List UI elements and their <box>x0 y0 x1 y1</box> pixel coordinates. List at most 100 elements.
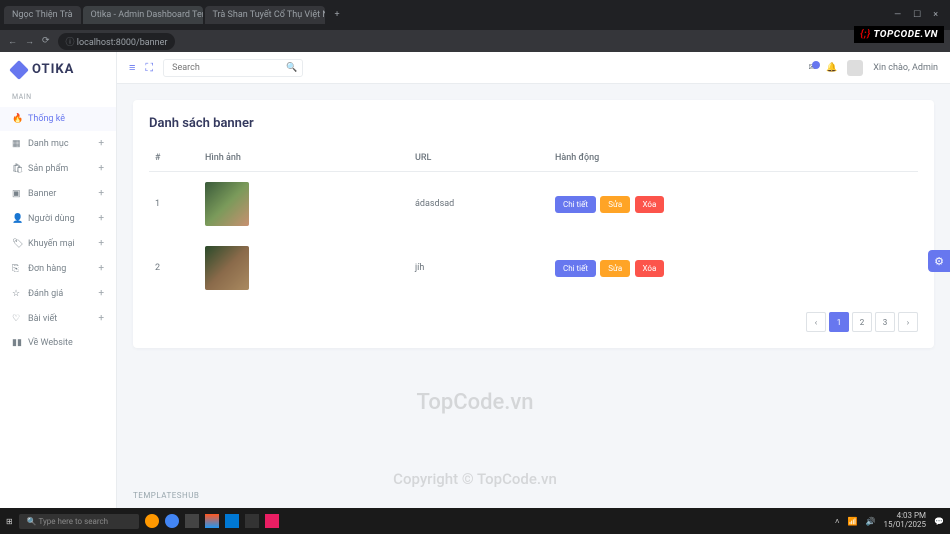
detail-button[interactable]: Chi tiết <box>555 196 596 213</box>
nav-label: Banner <box>28 189 56 199</box>
sidebar-item-khuyến-mại[interactable]: 🏷 Khuyến mại + <box>0 231 116 256</box>
footer: TEMPLATESHUB <box>117 483 950 508</box>
sidebar-item-bài-viết[interactable]: ♡Bài viết+ <box>0 306 116 331</box>
new-tab-button[interactable]: + <box>327 10 348 20</box>
nav-label: Đánh giá <box>28 289 63 299</box>
taskbar-search[interactable]: 🔍 Type here to search <box>19 514 139 529</box>
nav-icon: ▣ <box>12 189 22 199</box>
maximize-icon[interactable]: ☐ <box>913 10 921 20</box>
cell-url: ádasdsad <box>409 172 549 237</box>
browser-tab[interactable]: Trà Shan Tuyết Cổ Thụ Việt Na... <box>205 6 325 24</box>
page-next[interactable]: › <box>898 312 918 332</box>
sidebar-item-đơn-hàng[interactable]: ⎘ Đơn hàng + <box>0 256 116 281</box>
pagination: ‹ 123 › <box>149 312 918 332</box>
expand-icon: + <box>98 188 104 199</box>
nav-label: Bài viết <box>28 314 57 324</box>
col-image: Hình ảnh <box>199 145 409 172</box>
menu-toggle-icon[interactable]: ≡ <box>129 61 135 74</box>
table-row: 2 jíh Chi tiết Sửa Xóa <box>149 236 918 300</box>
nav-label: Đơn hàng <box>28 264 66 274</box>
page-prev[interactable]: ‹ <box>806 312 826 332</box>
nav-icon: ☆ <box>12 289 22 299</box>
nav-section-label: MAIN <box>0 87 116 107</box>
clock-date[interactable]: 15/01/2025 <box>883 521 926 530</box>
tray-chevron-icon[interactable]: ˄ <box>835 517 840 526</box>
browser-tab[interactable]: Otika - Admin Dashboard Tem... × <box>83 6 203 24</box>
detail-button[interactable]: Chi tiết <box>555 260 596 277</box>
nav-label: Về Website <box>28 338 73 348</box>
delete-button[interactable]: Xóa <box>635 260 665 277</box>
page-2[interactable]: 2 <box>852 312 872 332</box>
nav-label: Sản phẩm <box>28 164 68 174</box>
logo[interactable]: OTIKA <box>0 52 116 87</box>
sidebar-item-banner[interactable]: ▣ Banner + <box>0 181 116 206</box>
search-box[interactable]: 🔍 <box>163 59 303 77</box>
expand-icon: + <box>98 163 104 174</box>
browser-tab[interactable]: Ngọc Thiện Trà <box>4 6 81 24</box>
nav-label: Danh mục <box>28 139 69 149</box>
tray-wifi-icon[interactable]: 📶 <box>848 517 858 526</box>
expand-icon: + <box>98 288 104 299</box>
nav-icon: 🛍 <box>12 164 22 174</box>
close-icon[interactable]: × <box>933 10 938 20</box>
sidebar-item-thống-kê[interactable]: 🔥Thống kê <box>0 107 116 131</box>
forward-icon[interactable]: → <box>25 36 34 47</box>
col-url: URL <box>409 145 549 172</box>
bell-icon[interactable]: 🔔 <box>826 63 837 73</box>
sidebar-item-người-dùng[interactable]: 👤Người dùng+ <box>0 206 116 231</box>
greeting-text: Xin chào, Admin <box>873 63 938 73</box>
start-icon[interactable]: ⊞ <box>6 517 13 526</box>
cell-num: 1 <box>149 172 199 237</box>
nav-icon: ▦ <box>12 139 22 149</box>
delete-button[interactable]: Xóa <box>635 196 665 213</box>
nav-icon: 🏷 <box>12 239 22 249</box>
task-app-icon[interactable] <box>265 514 279 528</box>
expand-icon: + <box>98 238 104 249</box>
page-1[interactable]: 1 <box>829 312 849 332</box>
banner-thumbnail[interactable] <box>205 246 249 290</box>
nav-label: Người dùng <box>28 214 75 224</box>
nav-label: Thống kê <box>28 114 65 124</box>
cell-num: 2 <box>149 236 199 300</box>
address-bar: ← → ⟳ ⓘ localhost:8000/banner <box>0 30 950 52</box>
sidebar-item-danh-mục[interactable]: ▦ Danh mục + <box>0 131 116 156</box>
search-icon[interactable]: 🔍 <box>286 63 297 73</box>
page-3[interactable]: 3 <box>875 312 895 332</box>
nav-icon: ⎘ <box>12 264 22 274</box>
edit-button[interactable]: Sửa <box>600 196 630 213</box>
expand-icon: + <box>98 138 104 149</box>
edit-button[interactable]: Sửa <box>600 260 630 277</box>
sidebar-item-đánh-giá[interactable]: ☆ Đánh giá + <box>0 281 116 306</box>
mail-icon[interactable]: ✉ <box>809 63 817 73</box>
url-field[interactable]: ⓘ localhost:8000/banner <box>58 33 176 50</box>
tray-volume-icon[interactable]: 🔊 <box>865 517 875 526</box>
expand-icon: + <box>98 313 104 324</box>
table-row: 1 ádasdsad Chi tiết Sửa Xóa <box>149 172 918 237</box>
col-num: # <box>149 145 199 172</box>
task-app-icon[interactable] <box>145 514 159 528</box>
back-icon[interactable]: ← <box>8 36 17 47</box>
browser-tab-strip: Ngọc Thiện Trà Otika - Admin Dashboard T… <box>0 0 950 30</box>
nav-icon: ▮▮ <box>12 338 22 348</box>
task-app-icon[interactable] <box>185 514 199 528</box>
settings-gear-icon[interactable]: ⚙ <box>928 250 950 272</box>
col-action: Hành động <box>549 145 918 172</box>
expand-icon: + <box>98 263 104 274</box>
windows-taskbar: ⊞ 🔍 Type here to search ˄ 📶 🔊 4:03 PM 15… <box>0 508 950 534</box>
task-app-icon[interactable] <box>225 514 239 528</box>
task-app-icon[interactable] <box>245 514 259 528</box>
search-input[interactable] <box>172 63 286 73</box>
logo-icon <box>9 60 29 80</box>
nav-icon: 👤 <box>12 214 22 224</box>
task-app-icon[interactable] <box>165 514 179 528</box>
task-app-icon[interactable] <box>205 514 219 528</box>
banner-thumbnail[interactable] <box>205 182 249 226</box>
avatar[interactable] <box>847 60 863 76</box>
reload-icon[interactable]: ⟳ <box>42 36 50 46</box>
minimize-icon[interactable]: — <box>894 10 901 20</box>
sidebar-item-về-website[interactable]: ▮▮ Về Website <box>0 331 116 355</box>
sidebar-item-sản-phẩm[interactable]: 🛍 Sản phẩm + <box>0 156 116 181</box>
fullscreen-icon[interactable]: ⛶ <box>145 61 153 75</box>
nav-label: Khuyến mại <box>28 239 75 249</box>
notification-icon[interactable]: 💬 <box>934 517 944 526</box>
